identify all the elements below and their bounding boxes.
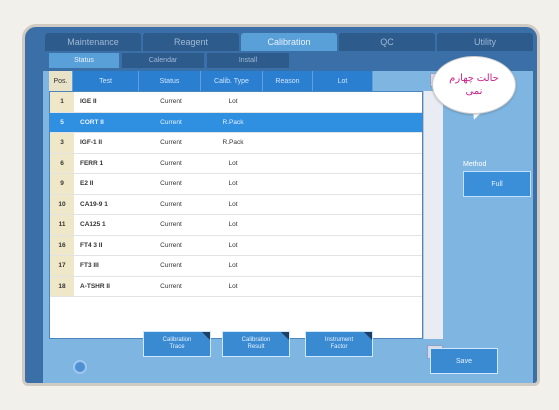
cell-position: 11 <box>50 215 74 235</box>
subtab-status[interactable]: Status <box>49 53 119 68</box>
tab-maintenance[interactable]: Maintenance <box>45 33 141 51</box>
table-row[interactable]: 3 IGF-1 II Current R.Pack <box>50 133 422 154</box>
cell-calib-type: Lot <box>228 98 238 106</box>
tab-calibration[interactable]: Calibration <box>241 33 337 51</box>
col-calib-type[interactable]: Calib. Type <box>201 71 263 91</box>
cell-calib-type: Lot <box>228 221 238 229</box>
cell-status: Current <box>160 118 182 126</box>
cell-test-name: FT4 3 II <box>80 241 103 249</box>
method-label: Method <box>463 161 487 168</box>
cell-position: 1 <box>50 92 74 112</box>
table-scrollbar[interactable] <box>423 91 443 339</box>
cell-test-name: CORT II <box>80 118 104 126</box>
handwritten-annotation: حالت چهارم نمی <box>432 56 516 114</box>
cell-status: Current <box>160 200 182 208</box>
cell-status: Current <box>160 241 182 249</box>
method-full-button[interactable]: Full <box>463 171 531 197</box>
table-row[interactable]: 9 E2 II Current Lot <box>50 174 422 195</box>
cell-status: Current <box>160 262 182 270</box>
cell-position: 18 <box>50 276 74 296</box>
cell-test-name: IGE II <box>80 98 97 106</box>
annotation-line2: نمی <box>465 86 483 97</box>
table-row[interactable]: 10 CA19-9 1 Current Lot <box>50 194 422 215</box>
col-pos[interactable]: Pos. <box>49 71 73 91</box>
cell-calib-type: Lot <box>228 159 238 167</box>
save-button[interactable]: Save <box>430 348 498 374</box>
cell-test-name: FERR 1 <box>80 159 104 167</box>
cell-calib-type: Lot <box>228 282 238 290</box>
cell-test-name: A-TSHR II <box>80 282 110 290</box>
table-row[interactable]: 1 IGE II Current Lot <box>50 92 422 113</box>
cell-status: Current <box>160 139 182 147</box>
calibration-trace-button[interactable]: Calibration Trace <box>143 331 211 357</box>
cell-position: 6 <box>50 153 74 173</box>
cell-calib-type: Lot <box>228 180 238 188</box>
calibration-table: 1 IGE II Current Lot 5 CORT II Current R.Pack 3 I… <box>49 91 423 339</box>
col-lot[interactable]: Lot <box>313 71 373 91</box>
main-tab-bar: Maintenance Reagent Calibration QC Utili… <box>45 33 533 51</box>
cell-test-name: FT3 III <box>80 262 99 270</box>
table-row[interactable]: 17 FT3 III Current Lot <box>50 256 422 277</box>
cell-test-name: CA125 1 <box>80 221 106 229</box>
cell-calib-type: R.Pack <box>222 118 244 126</box>
table-row[interactable]: 16 FT4 3 II Current Lot <box>50 235 422 256</box>
col-status[interactable]: Status <box>139 71 201 91</box>
cell-position: 5 <box>50 112 74 132</box>
table-header: Pos. Test Status Calib. Type Reason Lot <box>49 71 423 91</box>
cell-calib-type: Lot <box>228 262 238 270</box>
cell-status: Current <box>160 180 182 188</box>
table-row[interactable]: 11 CA125 1 Current Lot <box>50 215 422 236</box>
subtab-calendar[interactable]: Calendar <box>122 53 204 68</box>
calibration-result-button[interactable]: Calibration Result <box>222 331 290 357</box>
cell-status: Current <box>160 221 182 229</box>
table-row[interactable]: 6 FERR 1 Current Lot <box>50 153 422 174</box>
device-frame: Maintenance Reagent Calibration QC Utili… <box>0 0 559 410</box>
home-icon[interactable] <box>73 360 87 374</box>
annotation-line1: حالت چهارم <box>449 73 499 84</box>
cell-status: Current <box>160 159 182 167</box>
cell-position: 17 <box>50 256 74 276</box>
instrument-factor-button[interactable]: Instrument Factor <box>305 331 373 357</box>
cell-calib-type: Lot <box>228 241 238 249</box>
cell-test-name: E2 II <box>80 180 94 188</box>
sub-tab-bar: Status Calendar Install <box>49 53 289 68</box>
cell-test-name: IGF-1 II <box>80 139 103 147</box>
col-reason[interactable]: Reason <box>263 71 313 91</box>
cell-status: Current <box>160 282 182 290</box>
subtab-install[interactable]: Install <box>207 53 289 68</box>
cell-position: 3 <box>50 133 74 153</box>
cell-calib-type: Lot <box>228 200 238 208</box>
col-test[interactable]: Test <box>73 71 139 91</box>
cell-calib-type: R.Pack <box>222 139 244 147</box>
table-row[interactable]: 5 CORT II Current R.Pack <box>50 112 422 133</box>
tab-utility[interactable]: Utility <box>437 33 533 51</box>
cell-status: Current <box>160 98 182 106</box>
tab-reagent[interactable]: Reagent <box>143 33 239 51</box>
tab-qc[interactable]: QC <box>339 33 435 51</box>
cell-position: 16 <box>50 235 74 255</box>
cell-position: 10 <box>50 194 74 214</box>
cell-position: 9 <box>50 174 74 194</box>
cell-test-name: CA19-9 1 <box>80 200 108 208</box>
table-row[interactable]: 18 A-TSHR II Current Lot <box>50 276 422 297</box>
